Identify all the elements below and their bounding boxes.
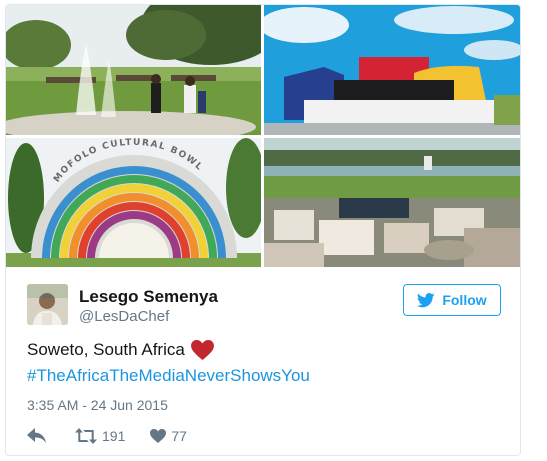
photo-fountain-park[interactable] <box>6 5 261 135</box>
retweet-button[interactable]: 191 <box>75 428 125 444</box>
author-names: Lesego Semenya @LesDaChef <box>79 287 218 327</box>
hashtag-link[interactable]: #TheAfricaTheMediaNeverShowsYou <box>27 365 310 387</box>
tweet-text: Soweto, South Africa #TheAfricaTheMediaN… <box>27 339 310 387</box>
tweet-text-line: Soweto, South Africa <box>27 339 310 361</box>
follow-button[interactable]: Follow <box>403 284 501 316</box>
like-button[interactable]: 77 <box>150 428 187 444</box>
tweet-actions: 191 77 <box>27 428 187 444</box>
tweet-media-grid: MOFOLO CULTURAL BOWL <box>6 5 520 267</box>
tweet-card: MOFOLO CULTURAL BOWL Lesego Semenya @Les… <box>5 4 521 456</box>
retweet-count: 191 <box>102 428 126 444</box>
author-display-name[interactable]: Lesego Semenya <box>79 287 218 307</box>
tweet-header: Lesego Semenya @LesDaChef Follow <box>27 284 501 328</box>
twitter-bird-icon <box>417 292 436 308</box>
reply-button[interactable] <box>27 428 47 444</box>
reply-icon <box>27 428 47 444</box>
like-count: 77 <box>171 428 187 444</box>
red-heart-icon <box>190 340 214 360</box>
author-handle[interactable]: @LesDaChef <box>79 307 218 327</box>
photo-aerial-town[interactable] <box>264 138 520 267</box>
follow-label: Follow <box>442 292 487 308</box>
photo-colorful-building[interactable] <box>264 5 520 135</box>
heart-icon <box>150 429 167 443</box>
photo-rainbow-bowl[interactable]: MOFOLO CULTURAL BOWL <box>6 138 261 267</box>
tweet-timestamp[interactable]: 3:35 AM - 24 Jun 2015 <box>27 397 168 413</box>
retweet-icon <box>75 428 97 444</box>
tweet-body: Soweto, South Africa <box>27 340 185 359</box>
user-avatar[interactable] <box>27 284 68 325</box>
